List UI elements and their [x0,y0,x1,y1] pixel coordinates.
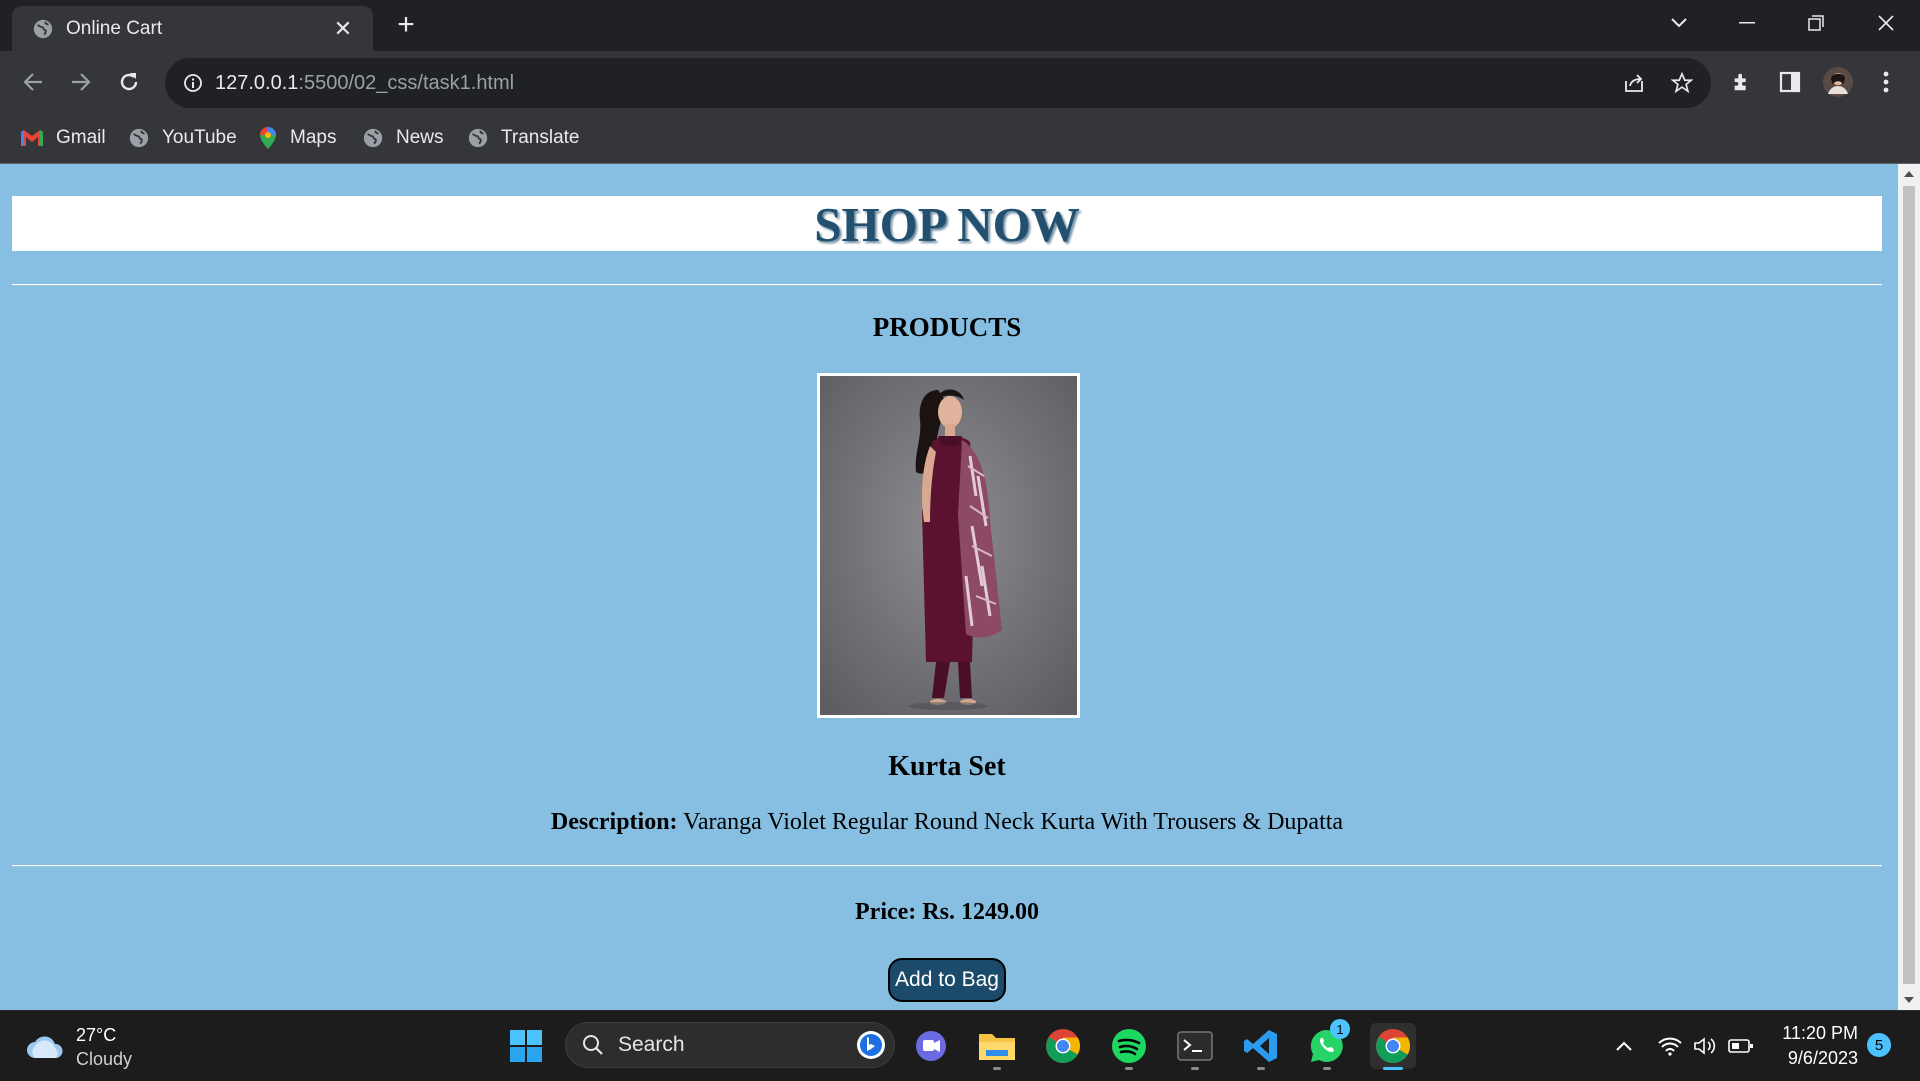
description-text: Varanga Violet Regular Round Neck Kurta … [683,809,1344,835]
bookmark-gmail[interactable]: Gmail [20,123,106,153]
reload-button[interactable] [112,65,146,99]
back-button[interactable] [16,65,50,99]
scroll-up-arrow-icon[interactable] [1898,164,1920,184]
terminal-icon[interactable] [1172,1023,1218,1069]
divider [12,865,1882,867]
globe-icon [129,128,149,148]
share-icon[interactable] [1619,68,1649,98]
url-text: 127.0.0.1:5500/02_css/task1.html [215,71,515,94]
system-clock[interactable]: 11:20 PM 9/6/2023 [1768,1021,1858,1071]
running-indicator [1257,1067,1265,1070]
tab-search-icon[interactable] [1659,8,1699,38]
clock-time: 11:20 PM [1782,1023,1858,1043]
chevron-up-icon[interactable] [1611,1029,1637,1063]
bing-icon[interactable] [856,1030,886,1060]
description-label: Description: [550,809,678,835]
bookmark-star-icon[interactable] [1667,68,1697,98]
notification-badge[interactable]: 5 [1867,1033,1891,1057]
product-image [817,373,1080,718]
bookmarks-bar: Gmail YouTube Maps News Translate [0,113,1920,164]
globe-icon [363,128,383,148]
volume-icon[interactable] [1692,1029,1718,1063]
weather-temperature: 27°C [76,1025,117,1045]
browser-tab[interactable]: Online Cart ✕ [12,6,373,51]
file-explorer-icon[interactable] [974,1023,1020,1069]
product-name: Kurta Set [888,751,1006,782]
restore-button[interactable] [1796,8,1836,38]
taskbar: 27°C Cloudy Search 1 11:20 PM 9/6/2023 5 [0,1010,1920,1081]
product-price: Price: Rs. 1249.00 [855,899,1039,925]
start-windows-icon[interactable] [503,1023,549,1069]
vscode-icon[interactable] [1238,1023,1284,1069]
menu-kebab-icon[interactable] [1869,65,1903,99]
bookmark-youtube[interactable]: YouTube [128,123,237,153]
taskbar-search-input[interactable]: Search [565,1022,895,1068]
chrome-active-icon[interactable] [1370,1023,1416,1069]
minimize-button[interactable] [1727,8,1767,38]
extensions-icon[interactable] [1725,65,1759,99]
running-indicator [993,1067,1001,1070]
gmail-icon [21,130,43,146]
weather-widget[interactable]: 27°C Cloudy [26,1019,132,1075]
clock-date: 9/6/2023 [1787,1048,1858,1068]
bookmark-translate[interactable]: Translate [467,123,580,153]
browser-toolbar: 127.0.0.1:5500/02_css/task1.html [0,51,1920,113]
info-icon[interactable] [183,73,203,93]
chrome-icon[interactable] [1040,1023,1086,1069]
scroll-down-arrow-icon[interactable] [1898,990,1920,1010]
side-panel-icon[interactable] [1773,65,1807,99]
forward-button[interactable] [64,65,98,99]
whatsapp-badge: 1 [1330,1019,1350,1039]
active-indicator [1383,1067,1403,1070]
running-indicator [1191,1067,1199,1070]
spotify-icon[interactable] [1106,1023,1152,1069]
bookmark-news[interactable]: News [362,123,444,153]
product-description: Description: Varanga Violet Regular Roun… [0,809,1894,836]
page-title: SHOP NOW [12,196,1882,252]
scroll-thumb[interactable] [1903,186,1915,984]
new-tab-button[interactable]: + [392,9,420,41]
cloud-icon [27,1036,63,1058]
maps-icon [260,127,276,149]
running-indicator [1323,1067,1331,1070]
globe-icon [33,19,53,38]
whatsapp-icon[interactable]: 1 [1304,1019,1350,1069]
search-icon [583,1035,603,1055]
page-scrollbar[interactable] [1898,164,1920,1010]
address-bar[interactable]: 127.0.0.1:5500/02_css/task1.html [165,58,1711,108]
page-viewport: SHOP NOW PRODUCTS Kurta Set Description:… [0,164,1898,1010]
tab-title: Online Cart [66,17,163,39]
divider [12,284,1882,286]
weather-condition: Cloudy [76,1049,133,1069]
close-window-button[interactable] [1866,8,1906,38]
bookmark-maps[interactable]: Maps [258,123,336,153]
add-to-bag-button[interactable]: Add to Bag [888,958,1006,1002]
wifi-icon[interactable] [1657,1029,1683,1063]
close-tab-icon[interactable]: ✕ [331,16,355,42]
section-title: PRODUCTS [872,312,1022,342]
tab-strip: Online Cart ✕ + [0,0,1920,51]
running-indicator [1125,1067,1133,1070]
profile-avatar[interactable] [1821,65,1855,99]
battery-icon[interactable] [1728,1029,1754,1063]
teams-chat-icon[interactable] [908,1023,954,1069]
globe-icon [468,128,488,148]
